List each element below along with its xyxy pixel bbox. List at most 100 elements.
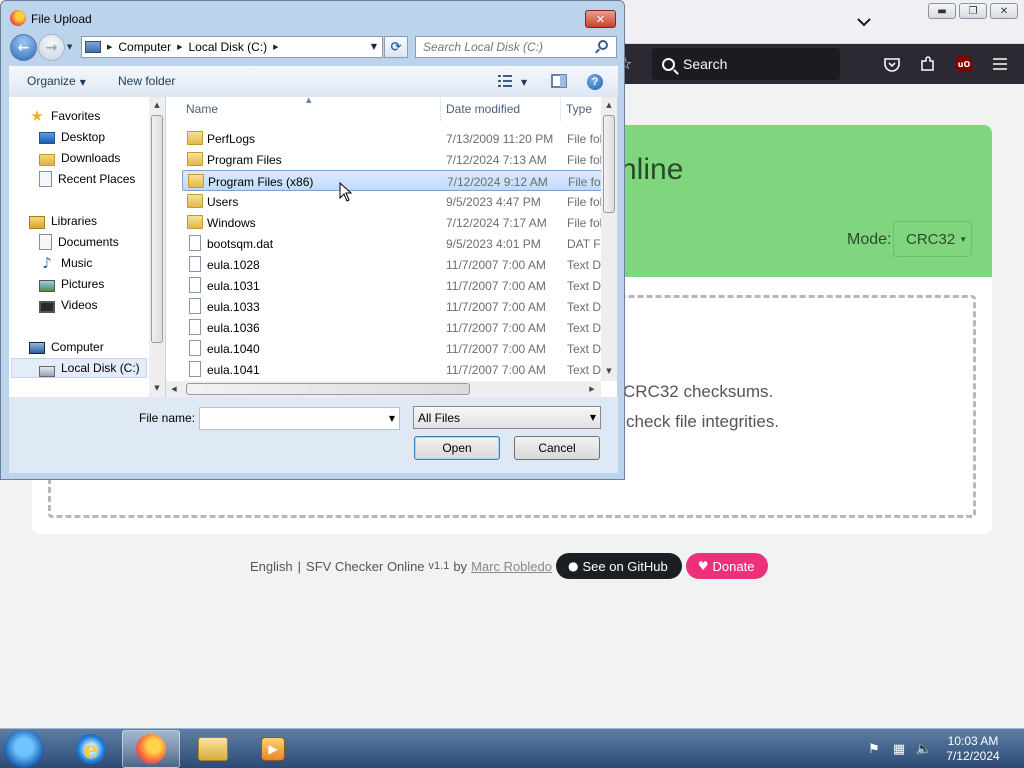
open-button[interactable]: Open <box>414 436 500 460</box>
file-date-modified: 11/7/2007 7:00 AM <box>446 321 546 335</box>
nav-recent-places[interactable]: Recent Places <box>39 169 135 189</box>
breadcrumb-chevron-icon[interactable]: ▶ <box>107 43 112 51</box>
pocket-icon[interactable] <box>882 54 902 74</box>
browser-search-box[interactable]: Search <box>652 48 840 80</box>
taskbar-firefox[interactable] <box>122 730 180 768</box>
restore-icon[interactable]: ❐ <box>959 3 987 19</box>
file-list-hscrollbar[interactable]: ◀ ▶ <box>166 381 601 397</box>
nav-label: Favorites <box>51 109 101 123</box>
scroll-left-arrow-icon[interactable]: ◀ <box>166 381 182 397</box>
back-arrow-icon[interactable]: ← <box>10 34 37 61</box>
nav-computer[interactable]: Computer <box>29 337 104 357</box>
file-icon <box>189 256 201 272</box>
change-view-icon[interactable] <box>497 74 513 89</box>
clock-date: 7/12/2024 <box>946 749 1000 763</box>
nav-documents[interactable]: Documents <box>39 232 119 252</box>
scroll-down-arrow-icon[interactable]: ▼ <box>149 380 165 396</box>
dialog-close-button[interactable]: ✕ <box>585 10 616 28</box>
page-title: nline <box>620 153 684 186</box>
breadcrumb-local-disk[interactable]: Local Disk (C:) <box>188 40 267 54</box>
file-row[interactable]: eula.1040 11/7/2007 7:00 AM Text D <box>182 338 602 359</box>
nav-desktop[interactable]: Desktop <box>39 127 105 147</box>
dialog-search-input[interactable] <box>415 36 617 58</box>
folder-row[interactable]: Windows 7/12/2024 7:17 AM File fol <box>182 212 602 233</box>
drop-zone-line-1: CRC32 checksums. <box>623 382 774 401</box>
preview-pane-icon[interactable] <box>551 74 567 89</box>
minimize-icon[interactable]: ▬ <box>928 3 956 19</box>
folder-row[interactable]: Program Files (x86) 7/12/2024 9:12 AM File… <box>182 170 603 191</box>
network-icon[interactable]: ▦ <box>891 742 907 757</box>
extensions-puzzle-icon[interactable] <box>918 54 938 74</box>
volume-muted-icon[interactable]: 🔈 <box>916 742 932 757</box>
breadcrumb-chevron-icon[interactable]: ▶ <box>177 43 182 51</box>
refresh-icon[interactable]: ⟳ <box>384 36 408 58</box>
breadcrumb-computer[interactable]: Computer <box>118 40 171 54</box>
file-name-input[interactable]: ▼ <box>199 407 400 430</box>
file-type: DAT Fi <box>567 237 604 251</box>
file-name-history-chevron-icon[interactable]: ▼ <box>389 414 395 423</box>
file-type-filter-select[interactable]: All Files ▼ <box>413 406 601 429</box>
file-row[interactable]: eula.1041 11/7/2007 7:00 AM Text D <box>182 359 602 380</box>
taskbar-media-player[interactable]: ▶ <box>244 730 302 768</box>
nav-local-disk[interactable]: Local Disk (C:) <box>11 358 147 378</box>
taskbar-explorer[interactable] <box>184 730 242 768</box>
folder-icon <box>187 215 203 229</box>
mode-select[interactable]: CRC32 ▼ <box>893 221 972 257</box>
file-list-hscroll-thumb[interactable] <box>186 383 470 395</box>
scroll-up-arrow-icon[interactable]: ▲ <box>601 97 617 113</box>
folder-row[interactable]: Users 9/5/2023 4:47 PM File fol <box>182 191 602 212</box>
address-bar[interactable]: ▶ Computer ▶ Local Disk (C:) ▶ ▼ <box>81 36 383 58</box>
nav-libraries[interactable]: Libraries <box>29 211 97 231</box>
taskbar-internet-explorer[interactable]: e <box>62 730 120 768</box>
file-row[interactable]: eula.1036 11/7/2007 7:00 AM Text D <box>182 317 602 338</box>
search-icon <box>598 40 608 50</box>
nav-music[interactable]: ♪ Music <box>39 253 92 273</box>
videos-icon <box>39 301 55 313</box>
file-row[interactable]: eula.1031 11/7/2007 7:00 AM Text D <box>182 275 602 296</box>
file-name: eula.1031 <box>207 279 260 293</box>
author-link[interactable]: Marc Robledo <box>471 559 552 574</box>
cancel-button[interactable]: Cancel <box>514 436 600 460</box>
action-center-flag-icon[interactable]: ⚑ <box>866 742 882 757</box>
hamburger-menu-icon[interactable] <box>990 54 1010 74</box>
nav-downloads[interactable]: Downloads <box>39 148 120 168</box>
file-list-vscroll-thumb[interactable] <box>603 115 615 213</box>
breadcrumb-chevron-icon[interactable]: ▶ <box>273 43 278 51</box>
file-row[interactable]: eula.1033 11/7/2007 7:00 AM Text D <box>182 296 602 317</box>
taskbar-clock[interactable]: 10:03 AM 7/12/2024 <box>940 734 1006 764</box>
scroll-up-arrow-icon[interactable]: ▲ <box>149 97 165 113</box>
scroll-right-arrow-icon[interactable]: ▶ <box>584 381 600 397</box>
scroll-down-arrow-icon[interactable]: ▼ <box>601 363 617 379</box>
close-icon[interactable]: ✕ <box>990 3 1018 19</box>
footer-by: by <box>453 558 468 574</box>
column-header-date[interactable]: Date modified <box>441 97 561 121</box>
list-all-tabs-chevron-icon[interactable] <box>852 10 876 34</box>
folder-icon <box>187 152 203 166</box>
github-button[interactable]: ● See on GitHub <box>556 553 682 579</box>
nav-label: Recent Places <box>58 172 136 186</box>
folder-row[interactable]: Program Files 7/12/2024 7:13 AM File fol <box>182 149 602 170</box>
forward-arrow-icon[interactable]: → <box>38 34 65 61</box>
view-options-chevron-icon[interactable]: ▼ <box>521 74 527 88</box>
donate-button[interactable]: ♥ Donate <box>685 553 769 579</box>
nav-label: Videos <box>61 298 98 312</box>
ublock-origin-icon[interactable]: uO <box>954 54 974 74</box>
recent-locations-chevron-icon[interactable]: ▼ <box>67 43 72 51</box>
nav-videos[interactable]: Videos <box>39 295 97 315</box>
start-button[interactable] <box>4 730 44 768</box>
file-list-vscrollbar[interactable]: ▲ ▼ <box>601 97 617 381</box>
column-header-type[interactable]: Type <box>561 97 606 121</box>
new-folder-button[interactable]: New folder <box>118 74 175 88</box>
nav-favorites[interactable]: ★ Favorites <box>29 106 100 126</box>
file-row[interactable]: bootsqm.dat 9/5/2023 4:01 PM DAT Fi <box>182 233 604 254</box>
nav-scrollbar[interactable]: ▲ ▼ <box>149 97 165 397</box>
address-history-chevron-icon[interactable]: ▼ <box>371 42 377 51</box>
folder-row[interactable]: PerfLogs 7/13/2009 11:20 PM File fol <box>182 128 602 149</box>
language-link[interactable]: English <box>250 559 293 574</box>
browser-window-controls: ▬ ❐ ✕ <box>928 3 1018 19</box>
organize-button[interactable]: Organize ▼ <box>27 74 86 88</box>
nav-pictures[interactable]: Pictures <box>39 274 104 294</box>
nav-scroll-thumb[interactable] <box>151 115 163 343</box>
file-row[interactable]: eula.1028 11/7/2007 7:00 AM Text D <box>182 254 602 275</box>
help-icon[interactable]: ? <box>587 74 603 90</box>
